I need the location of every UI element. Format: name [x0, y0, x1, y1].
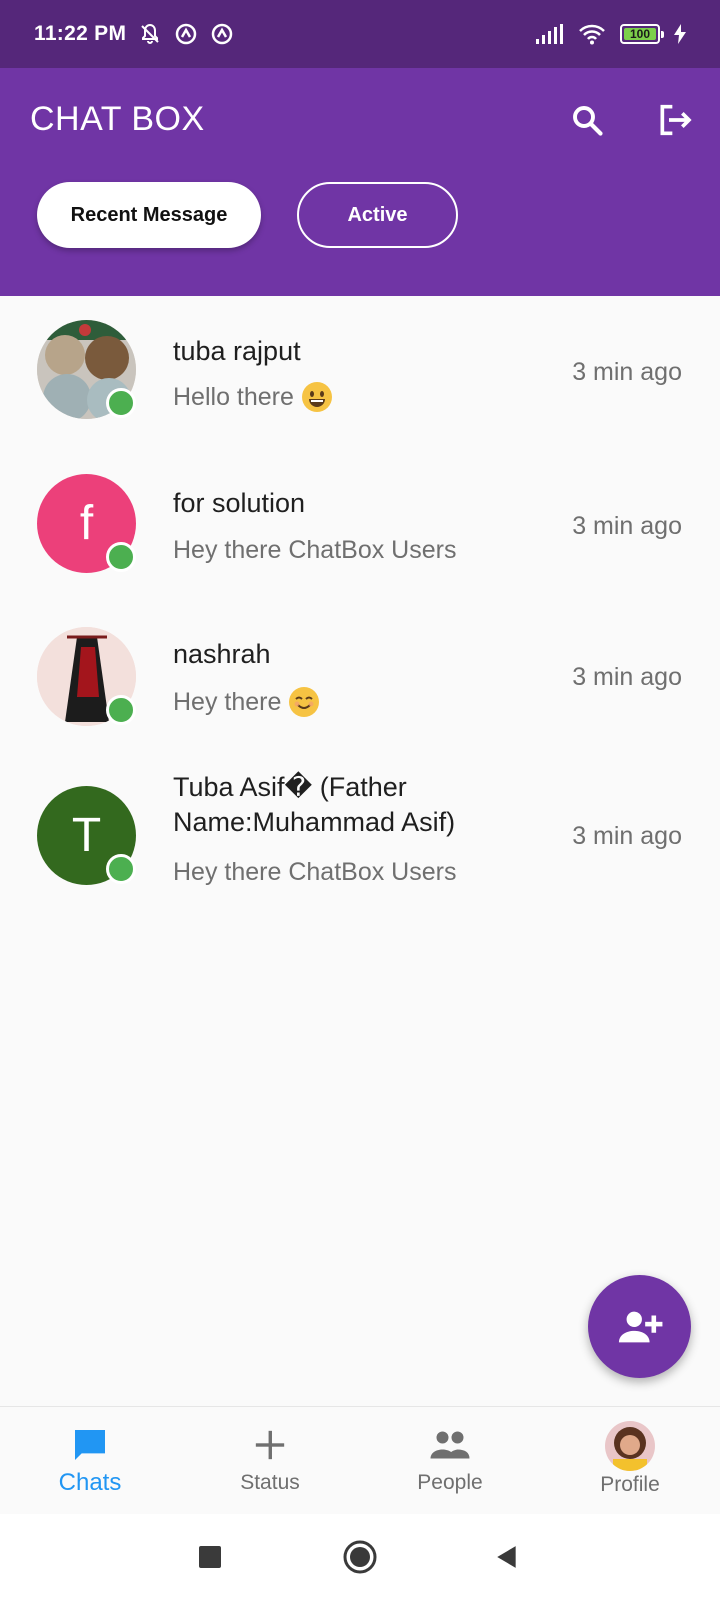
add-contact-button[interactable]: [588, 1275, 691, 1378]
app-notification-icon-2: [210, 22, 234, 46]
circle-icon: [343, 1540, 377, 1574]
chat-item-for-solution[interactable]: f for solution Hey there ChatBox Users 3…: [0, 474, 720, 604]
nav-item-people[interactable]: People: [360, 1407, 540, 1515]
status-time: 11:22 PM: [34, 22, 127, 45]
smiling-emoji-icon: [289, 687, 320, 717]
home-button[interactable]: [339, 1536, 381, 1578]
chat-message: Hello there: [173, 382, 332, 412]
nav-label: Chats: [58, 1469, 122, 1496]
triangle-back-icon: [497, 1546, 516, 1568]
chat-name: for solution: [173, 488, 306, 518]
profile-avatar: [605, 1421, 655, 1471]
people-icon: [429, 1425, 471, 1465]
add-person-icon: [618, 1311, 662, 1342]
signal-icon: [536, 24, 564, 44]
muted-bell-icon: [138, 22, 162, 46]
chat-name: tuba rajput: [173, 336, 301, 366]
chat-time: 3 min ago: [572, 822, 682, 850]
battery-level: 100: [624, 28, 656, 40]
square-icon: [199, 1546, 221, 1568]
chat-time: 3 min ago: [572, 512, 682, 540]
tab-recent-message[interactable]: Recent Message: [37, 182, 261, 248]
recents-button[interactable]: [189, 1536, 231, 1578]
chat-item-nashrah[interactable]: nashrah Hey there 3 min ago: [0, 627, 720, 757]
nav-item-status[interactable]: Status: [180, 1407, 360, 1515]
system-nav-bar: [0, 1514, 720, 1600]
chat-message-text: Hey there: [173, 687, 282, 716]
search-icon: [573, 106, 603, 136]
online-indicator: [106, 542, 136, 572]
online-indicator: [106, 854, 136, 884]
wifi-icon: [578, 23, 606, 45]
app-header: CHAT BOX Recent Message Active: [0, 68, 720, 296]
chat-message: Hey there: [173, 687, 320, 717]
avatar-letter: f: [79, 497, 94, 550]
chat-message-text: Hey there ChatBox Users: [173, 858, 457, 886]
logout-button[interactable]: [650, 96, 698, 144]
nav-label: Status: [240, 1471, 300, 1494]
grinning-emoji-icon: [301, 382, 332, 412]
logout-icon: [660, 104, 692, 136]
chat-message: Hey there ChatBox Users: [173, 536, 456, 565]
app-title: CHAT BOX: [30, 100, 205, 138]
chat-message-text: Hey there ChatBox Users: [173, 536, 457, 564]
nav-label: Profile: [600, 1473, 660, 1496]
nav-label: People: [417, 1471, 483, 1494]
bottom-nav: Chats Status People Profile: [0, 1406, 720, 1514]
nav-item-profile[interactable]: Profile: [540, 1407, 720, 1515]
app-notification-icon: [174, 22, 198, 46]
avatar-letter: T: [71, 809, 102, 862]
chat-message: Hey there ChatBox Users: [173, 858, 456, 887]
chat-message-text: Hello there: [173, 382, 294, 411]
plus-icon: [253, 1425, 287, 1465]
chat-name: Tuba Asif� (Father Name:Muhammad Asif): [173, 772, 456, 837]
status-bar: 11:22 PM 100: [0, 0, 720, 68]
status-right: 100: [536, 23, 686, 45]
chat-item-tuba-asif[interactable]: T Tuba Asif� (Father Name:Muhammad Asif)…: [0, 772, 720, 916]
tab-active[interactable]: Active: [297, 182, 458, 248]
chat-time: 3 min ago: [572, 358, 682, 386]
status-left: 11:22 PM: [34, 22, 234, 46]
back-button[interactable]: [486, 1536, 528, 1578]
charging-icon: [674, 24, 686, 44]
nav-item-chats[interactable]: Chats: [0, 1407, 180, 1515]
search-button[interactable]: [563, 96, 611, 144]
online-indicator: [106, 388, 136, 418]
chat-item-tuba-rajput[interactable]: tuba rajput Hello there 3 min ago: [0, 320, 720, 450]
online-indicator: [106, 695, 136, 725]
chat-bubble-icon: [70, 1425, 110, 1465]
chat-name: nashrah: [173, 639, 271, 669]
battery-icon: 100: [620, 24, 664, 44]
chat-time: 3 min ago: [572, 663, 682, 691]
